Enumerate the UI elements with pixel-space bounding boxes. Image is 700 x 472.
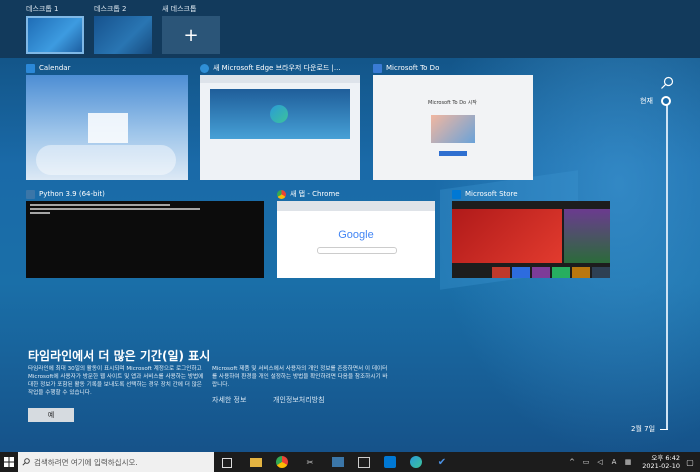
store-tile bbox=[572, 267, 590, 278]
timeline-date-label[interactable]: 2월 7일 bbox=[631, 424, 655, 434]
plus-icon: + bbox=[183, 24, 199, 46]
search-icon bbox=[22, 458, 30, 466]
window-preview-edge[interactable] bbox=[200, 75, 360, 180]
timeline-scrollbar[interactable] bbox=[666, 100, 668, 430]
python-icon[interactable] bbox=[332, 457, 344, 467]
google-logo: Google bbox=[338, 229, 374, 241]
calendar-app-icon bbox=[26, 63, 35, 73]
window-title-store: Microsoft Store bbox=[465, 190, 518, 198]
window-title-edge: 새 Microsoft Edge 브라우저 다운로드 |... bbox=[213, 64, 341, 72]
todo-start-text: Microsoft To Do 시작 bbox=[428, 100, 477, 106]
network-icon[interactable]: ▭ bbox=[580, 456, 592, 468]
promo-text-right: Microsoft 제품 및 서비스에서 사용자의 개인 정보를 존중하면서 이… bbox=[212, 366, 388, 388]
chevron-up-icon[interactable]: ^ bbox=[566, 456, 578, 468]
store-app-icon bbox=[452, 189, 461, 199]
tool-icon[interactable]: ✂ bbox=[304, 456, 316, 468]
taskbar-clock[interactable]: 오후 6:42 2021-02-10 bbox=[640, 454, 680, 470]
keyboard-icon[interactable]: ▦ bbox=[622, 456, 634, 468]
todo-start-button-preview bbox=[439, 151, 467, 156]
desktop-1-label: 데스크톱 1 bbox=[26, 5, 59, 13]
window-chrome[interactable]: 새 탭 - Chrome Google bbox=[277, 188, 435, 278]
todo-app-icon bbox=[373, 63, 382, 73]
window-title-todo: Microsoft To Do bbox=[386, 64, 440, 72]
store-icon[interactable] bbox=[358, 457, 370, 468]
store-tile bbox=[592, 267, 610, 278]
login-card-preview bbox=[88, 113, 128, 143]
desktop-2-thumbnail[interactable] bbox=[94, 16, 152, 54]
desktop-2-label: 데스크톱 2 bbox=[94, 5, 127, 13]
store-tile bbox=[532, 267, 550, 278]
taskbar: 검색하려면 여기에 입력하십시오. ✂ ✔ ^ ▭ ◁ A ▦ 오후 6:42 … bbox=[0, 452, 700, 472]
store-tile bbox=[492, 267, 510, 278]
window-calendar[interactable]: Calendar bbox=[26, 62, 188, 180]
timeline-date-tick bbox=[660, 429, 668, 430]
task-view-icon[interactable] bbox=[222, 458, 232, 468]
notification-icon[interactable]: ▢ bbox=[684, 456, 696, 468]
window-preview-chrome[interactable]: Google bbox=[277, 201, 435, 278]
timeline-handle[interactable] bbox=[661, 96, 671, 106]
desktop-1[interactable]: 데스크톱 1 bbox=[26, 4, 84, 54]
edge-logo-icon bbox=[270, 105, 288, 123]
desktop-2[interactable]: 데스크톱 2 bbox=[94, 4, 152, 54]
cloud-preview bbox=[36, 145, 176, 175]
store-tile bbox=[512, 267, 530, 278]
window-title-calendar: Calendar bbox=[39, 64, 71, 72]
window-title-chrome: 새 탭 - Chrome bbox=[290, 190, 340, 198]
chrome-app-icon bbox=[277, 189, 286, 199]
edge-icon[interactable] bbox=[410, 456, 422, 468]
clock-time: 오후 6:42 bbox=[651, 454, 680, 462]
new-desktop[interactable]: 새 데스크톱 + bbox=[162, 4, 220, 54]
taskbar-search-box[interactable]: 검색하려면 여기에 입력하십시오. bbox=[18, 452, 214, 472]
ime-mode[interactable]: A bbox=[608, 456, 620, 468]
window-preview-python[interactable] bbox=[26, 201, 264, 278]
new-desktop-button[interactable]: + bbox=[162, 16, 220, 54]
learn-more-link[interactable]: 자세한 정보 bbox=[212, 395, 246, 405]
chrome-icon[interactable] bbox=[276, 456, 288, 468]
window-preview-todo[interactable]: Microsoft To Do 시작 bbox=[373, 75, 533, 180]
virtual-desktops-bar: 데스크톱 1 데스크톱 2 새 데스크톱 + bbox=[0, 0, 700, 58]
todo-illustration bbox=[431, 115, 475, 143]
clock-date: 2021-02-10 bbox=[642, 462, 680, 470]
window-preview-calendar[interactable] bbox=[26, 75, 188, 180]
store-hero-preview bbox=[452, 209, 562, 263]
window-preview-store[interactable] bbox=[452, 201, 610, 278]
volume-icon[interactable]: ◁ bbox=[594, 456, 606, 468]
window-python[interactable]: Python 3.9 (64-bit) bbox=[26, 188, 264, 278]
timeline-now-label: 현재 bbox=[640, 97, 653, 105]
taskbar-search-placeholder: 검색하려면 여기에 입력하십시오. bbox=[34, 457, 138, 467]
python-app-icon bbox=[26, 189, 35, 199]
outlook-icon[interactable] bbox=[384, 456, 396, 468]
window-edge[interactable]: 새 Microsoft Edge 브라우저 다운로드 |... bbox=[200, 62, 360, 180]
promo-text-left: 타임라인에 최대 30일의 활동이 표시되며 Microsoft 계정으로 로그… bbox=[28, 366, 204, 396]
google-search-box-preview bbox=[317, 247, 397, 254]
privacy-policy-link[interactable]: 개인정보처리방침 bbox=[273, 395, 325, 405]
new-desktop-label: 새 데스크톱 bbox=[162, 5, 197, 13]
store-side-preview bbox=[564, 209, 610, 263]
window-title-python: Python 3.9 (64-bit) bbox=[39, 190, 105, 198]
store-tile bbox=[552, 267, 570, 278]
window-store[interactable]: Microsoft Store bbox=[452, 188, 610, 278]
windows-start-icon[interactable] bbox=[4, 457, 14, 467]
search-icon[interactable] bbox=[660, 76, 674, 90]
edge-app-icon bbox=[200, 63, 209, 73]
todo-icon[interactable]: ✔ bbox=[436, 456, 448, 468]
yes-button[interactable]: 예 bbox=[28, 408, 74, 422]
promo-title: 타임라인에서 더 많은 기간(일) 표시 bbox=[28, 349, 211, 363]
window-todo[interactable]: Microsoft To Do Microsoft To Do 시작 bbox=[373, 62, 533, 180]
file-explorer-icon[interactable] bbox=[250, 458, 262, 467]
desktop-1-thumbnail[interactable] bbox=[26, 16, 84, 54]
